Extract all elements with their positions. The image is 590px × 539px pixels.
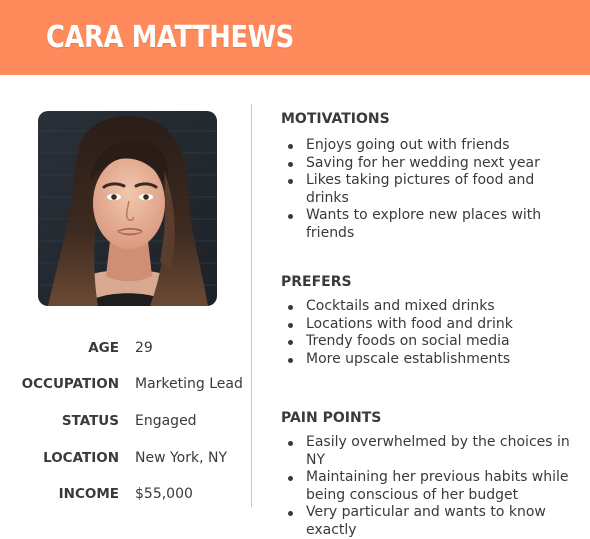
list-item: Cocktails and mixed drinks (281, 298, 586, 316)
prefers-list: Cocktails and mixed drinks Locations wit… (281, 298, 586, 368)
motivations-title: MOTIVATIONS (281, 111, 390, 127)
list-item: Maintaining her previous habits while be… (281, 469, 576, 504)
pain-points-list: Easily overwhelmed by the choices in NY … (281, 434, 586, 539)
header-banner: CARA MATTHEWS (0, 0, 590, 75)
occupation-label: OCCUPATION (21, 376, 119, 392)
list-item: Very particular and wants to know exactl… (281, 504, 586, 539)
motivations-list: Enjoys going out with friends Saving for… (281, 137, 586, 242)
income-label: INCOME (58, 486, 119, 502)
list-item: Easily overwhelmed by the choices in NY (281, 434, 586, 469)
info-row-occupation: OCCUPATION Marketing Lead (0, 374, 250, 394)
info-row-age: AGE 29 (0, 338, 250, 358)
persona-name: CARA MATTHEWS (46, 20, 294, 55)
portrait-photo (38, 111, 217, 306)
list-item: Trendy foods on social media (281, 333, 586, 351)
age-value: 29 (135, 340, 153, 356)
age-label: AGE (88, 340, 119, 356)
list-item: Saving for her wedding next year (281, 155, 586, 173)
list-item: Likes taking pictures of food and drinks (281, 172, 536, 207)
occupation-value: Marketing Lead (135, 376, 243, 392)
list-item: Wants to explore new places with friends (281, 207, 556, 242)
info-row-location: LOCATION New York, NY (0, 448, 250, 468)
income-value: $55,000 (135, 486, 193, 502)
info-row-status: STATUS Engaged (0, 411, 250, 431)
list-item: Locations with food and drink (281, 316, 586, 334)
pain-points-title: PAIN POINTS (281, 410, 382, 426)
status-value: Engaged (135, 413, 197, 429)
column-divider (251, 104, 252, 507)
status-label: STATUS (61, 413, 119, 429)
location-value: New York, NY (135, 450, 228, 466)
prefers-title: PREFERS (281, 274, 352, 290)
list-item: More upscale establishments (281, 351, 586, 369)
info-row-income: INCOME $55,000 (0, 484, 250, 504)
location-label: LOCATION (43, 450, 119, 466)
list-item: Enjoys going out with friends (281, 137, 586, 155)
